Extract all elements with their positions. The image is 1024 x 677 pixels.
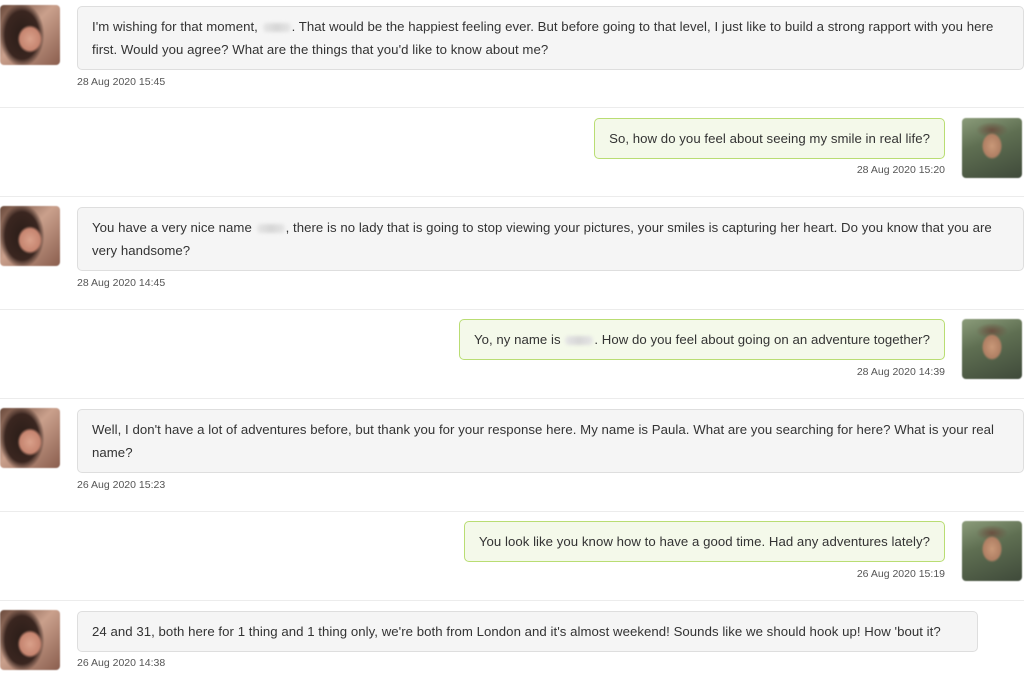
message-bubble: So, how do you feel about seeing my smil… [594,118,945,159]
message-timestamp: 28 Aug 2020 14:39 [856,366,945,378]
message-timestamp: 26 Aug 2020 15:19 [856,568,945,580]
message-text: I'm wishing for that moment, [92,19,262,34]
message-timestamp: 28 Aug 2020 14:45 [77,277,166,289]
message-bubble: I'm wishing for that moment, . That woul… [77,6,1024,70]
my-avatar[interactable] [962,319,1022,379]
message-bubble: Well, I don't have a lot of adventures b… [77,409,1024,473]
message-text: 24 and 31, both here for 1 thing and 1 t… [92,624,941,639]
message-bubble: Yo, ny name is . How do you feel about g… [458,319,945,360]
message-row: Well, I don't have a lot of adventures b… [0,399,1024,511]
message-bubble: 24 and 31, both here for 1 thing and 1 t… [77,611,978,652]
my-avatar[interactable] [962,521,1022,581]
message-bubble: You look like you know how to have a goo… [463,521,945,562]
message-timestamp: 28 Aug 2020 15:20 [856,164,945,176]
message-bubble: You have a very nice name , there is no … [77,207,1024,271]
my-avatar[interactable] [962,118,1022,178]
sender-avatar[interactable] [0,408,60,468]
message-text: You look like you know how to have a goo… [478,534,930,549]
sender-avatar[interactable] [0,206,60,266]
redacted-name [262,23,291,33]
message-text: Yo, ny name is [473,332,565,347]
message-timestamp: 28 Aug 2020 15:45 [77,76,166,88]
message-row: So, how do you feel about seeing my smil… [0,108,1024,196]
message-text: Well, I don't have a lot of adventures b… [92,422,995,460]
sender-avatar[interactable] [0,5,60,65]
message-row: You look like you know how to have a goo… [0,512,1024,600]
redacted-name [565,336,594,346]
message-timestamp: 26 Aug 2020 14:38 [77,657,166,669]
message-timestamp: 26 Aug 2020 15:23 [77,479,166,491]
message-row: I'm wishing for that moment, . That woul… [0,0,1024,107]
sender-avatar[interactable] [0,610,60,670]
message-text: You have a very nice name [92,220,256,235]
message-row: Yo, ny name is . How do you feel about g… [0,310,1024,398]
message-text: . How do you feel about going on an adve… [594,332,930,347]
message-row: You have a very nice name , there is no … [0,197,1024,309]
message-row: 24 and 31, both here for 1 thing and 1 t… [0,601,1024,677]
message-text: So, how do you feel about seeing my smil… [609,131,930,146]
redacted-name [256,224,285,234]
